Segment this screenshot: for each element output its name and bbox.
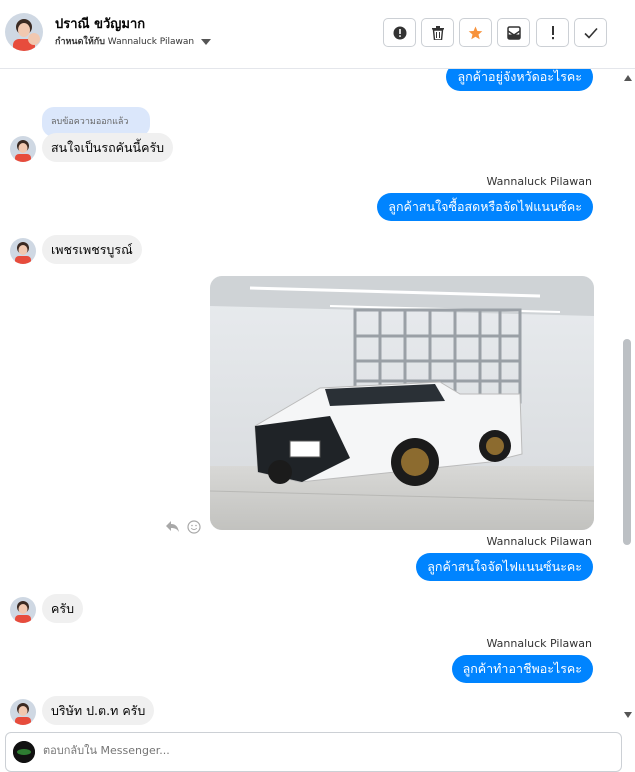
scroll-down-arrow-icon[interactable] bbox=[624, 712, 632, 718]
contact-name[interactable]: ปราณี ขวัญมาก bbox=[55, 13, 145, 34]
star-icon bbox=[468, 26, 483, 39]
incoming-message[interactable]: สนใจเป็นรถคันนี้ครับ bbox=[42, 133, 174, 162]
message-actions bbox=[165, 516, 201, 535]
outgoing-message[interactable]: ลูกค้าสนใจจัดไฟแนนซ์นะคะ bbox=[416, 553, 593, 581]
mark-spam-button[interactable] bbox=[383, 18, 416, 47]
incoming-message[interactable]: เพชรเพชรบูรณ์ bbox=[42, 235, 142, 264]
sender-name: Wannaluck Pilawan bbox=[486, 175, 593, 188]
shared-photo-pickup-truck[interactable] bbox=[210, 276, 594, 530]
chevron-down-icon bbox=[201, 38, 211, 45]
outgoing-message[interactable]: ลูกค้าอยู่จังหวัดอะไรคะ bbox=[446, 69, 593, 91]
scroll-thumb[interactable] bbox=[623, 339, 631, 545]
contact-avatar-small[interactable] bbox=[10, 238, 36, 264]
reply-composer[interactable] bbox=[5, 732, 622, 772]
archive-button[interactable] bbox=[497, 18, 530, 47]
scroll-up-arrow-icon[interactable] bbox=[624, 75, 632, 81]
contact-avatar-small[interactable] bbox=[10, 699, 36, 725]
trash-icon bbox=[431, 25, 444, 40]
thread-scrollbar[interactable] bbox=[619, 69, 635, 729]
done-check-icon bbox=[583, 27, 598, 39]
conversation-header: ปราณี ขวัญมาก กำหนดให้กับ Wannaluck Pila… bbox=[0, 0, 635, 69]
contact-avatar-small[interactable] bbox=[10, 136, 36, 162]
star-button[interactable] bbox=[459, 18, 492, 47]
outgoing-message[interactable]: ลูกค้าสนใจซื้อสดหรือจัดไฟแนนซ์คะ bbox=[377, 193, 593, 221]
assignee-name: Wannaluck Pilawan bbox=[107, 37, 195, 47]
contact-avatar-small[interactable] bbox=[10, 597, 36, 623]
spam-alert-icon bbox=[393, 26, 406, 39]
contact-avatar[interactable] bbox=[5, 13, 43, 51]
sender-name: Wannaluck Pilawan bbox=[486, 535, 593, 548]
follow-up-button[interactable] bbox=[536, 18, 569, 47]
assignee-selector[interactable]: กำหนดให้กับ Wannaluck Pilawan bbox=[55, 34, 211, 48]
page-avatar bbox=[13, 741, 35, 763]
outgoing-message[interactable]: ลูกค้าทำอาชีพอะไรคะ bbox=[451, 655, 593, 683]
emoji-reaction-icon[interactable] bbox=[187, 519, 201, 534]
incoming-message[interactable]: ครับ bbox=[42, 594, 84, 623]
follow-up-icon bbox=[551, 25, 554, 39]
assigned-label: กำหนดให้กับ bbox=[55, 37, 105, 47]
sender-name: Wannaluck Pilawan bbox=[486, 637, 593, 650]
reply-icon[interactable] bbox=[165, 520, 180, 533]
archive-icon bbox=[506, 25, 521, 40]
message-thread[interactable]: ลูกค้าอยู่จังหวัดอะไรคะ ลบข้อความออกแล้ว… bbox=[0, 69, 635, 732]
reply-input[interactable] bbox=[43, 744, 443, 757]
delete-button[interactable] bbox=[421, 18, 454, 47]
mark-done-button[interactable] bbox=[574, 18, 607, 47]
incoming-message[interactable]: บริษัท ป.ต.ท ครับ bbox=[42, 696, 155, 725]
